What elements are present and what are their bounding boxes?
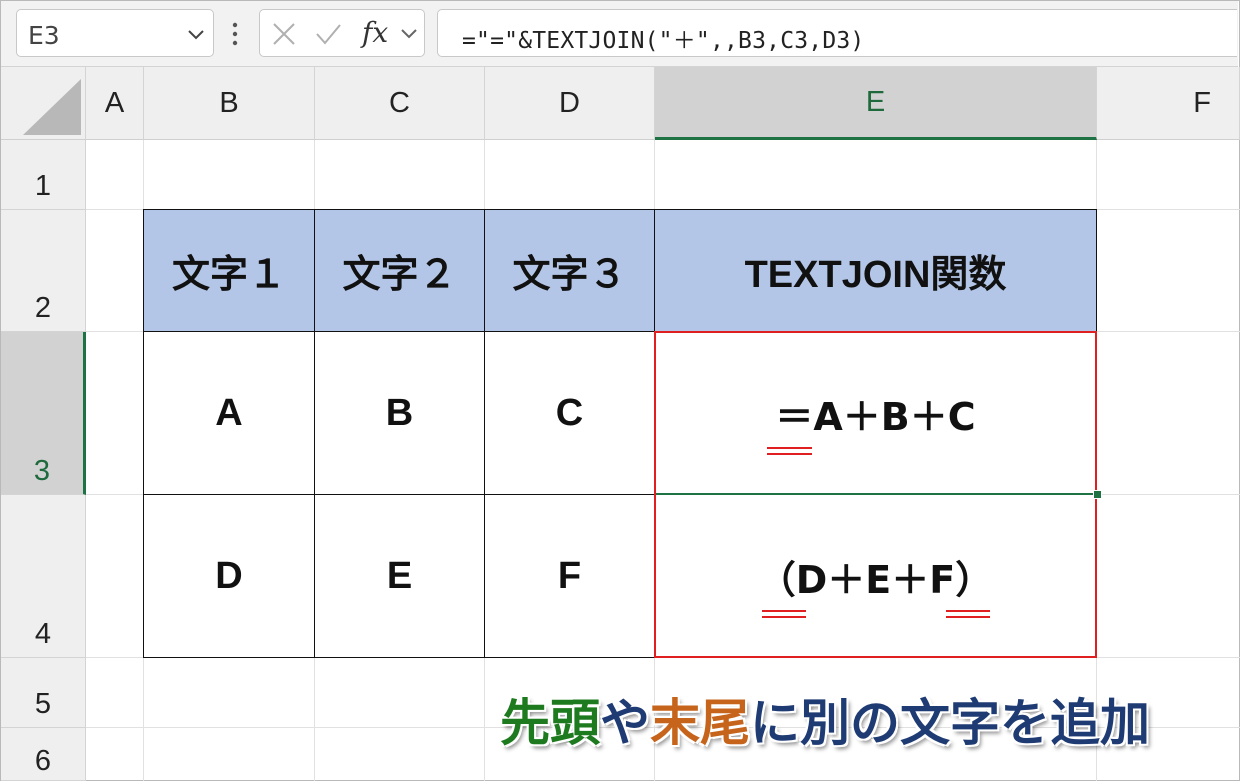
cancel-icon[interactable] — [270, 20, 298, 48]
name-box-value: E3 — [28, 21, 60, 50]
name-box[interactable]: E3 — [16, 9, 214, 57]
column-header-b[interactable]: B — [144, 67, 315, 140]
caption-part: に別の文字を追加 — [750, 694, 1150, 752]
caption-part: 先頭 — [500, 694, 600, 752]
formula-text: ="="&TEXTJOIN("＋",,B3,C3,D3) — [462, 28, 865, 54]
row-header-2[interactable]: 2 — [1, 210, 86, 332]
formula-input[interactable]: ="="&TEXTJOIN("＋",,B3,C3,D3) — [437, 9, 1237, 57]
formula-buttons: fx — [259, 9, 425, 57]
column-header-d[interactable]: D — [485, 67, 655, 140]
insert-function-button[interactable]: fx — [362, 16, 398, 49]
double-underline-mark — [946, 610, 990, 618]
caption-part: 末尾 — [650, 694, 750, 752]
select-all-corner[interactable] — [1, 67, 86, 140]
row-header-3[interactable]: 3 — [1, 332, 86, 495]
more-vertical-icon[interactable] — [229, 19, 241, 49]
formula-bar: E3 fx ="="&TEXTJOIN("＋",,B3,C3,D3) — [1, 1, 1238, 67]
row-header-4[interactable]: 4 — [1, 495, 86, 658]
double-underline-mark — [767, 447, 812, 455]
confirm-icon[interactable] — [314, 20, 342, 48]
row-header-6[interactable]: 6 — [1, 728, 86, 781]
select-all-triangle-icon — [23, 79, 81, 135]
table-divider — [314, 209, 315, 658]
row-header-5[interactable]: 5 — [1, 658, 86, 728]
caption: 先頭や末尾に別の文字を追加 — [500, 683, 1150, 755]
table-divider — [484, 209, 485, 658]
column-header-e[interactable]: E — [655, 67, 1097, 140]
row-header-1[interactable]: 1 — [1, 140, 86, 210]
selection-border — [656, 493, 1095, 495]
column-header-a[interactable]: A — [86, 67, 144, 140]
column-header-c[interactable]: C — [315, 67, 485, 140]
fill-handle[interactable] — [1093, 490, 1102, 499]
chevron-down-icon[interactable] — [398, 22, 420, 44]
column-header-f[interactable]: F — [1097, 67, 1240, 140]
caption-part: や — [600, 694, 650, 752]
double-underline-mark — [762, 610, 806, 618]
chevron-down-icon[interactable] — [185, 23, 207, 45]
